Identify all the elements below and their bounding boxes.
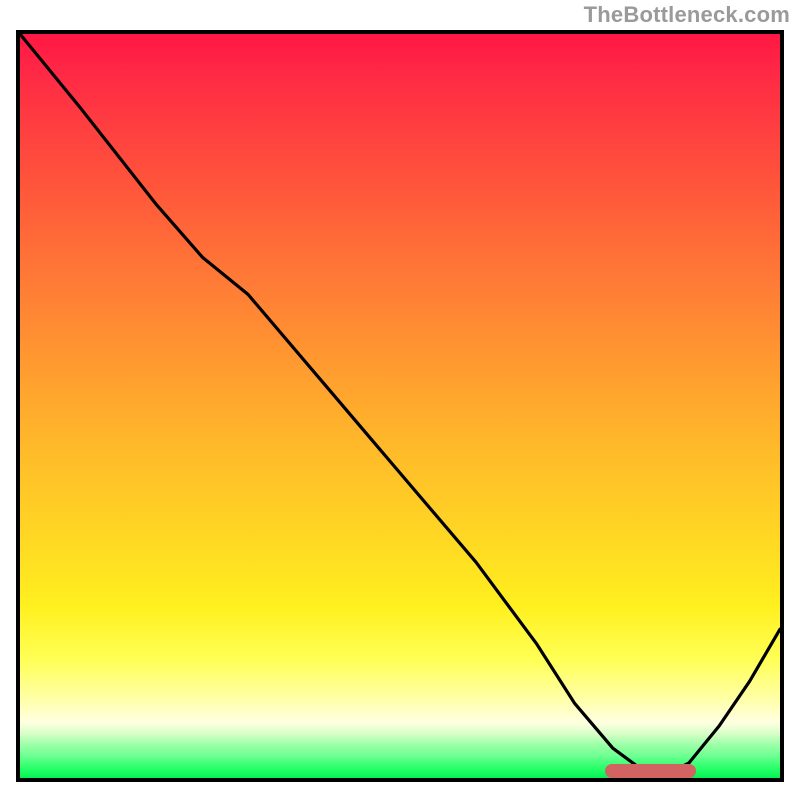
watermark-text: TheBottleneck.com: [584, 2, 790, 28]
optimum-marker-band: [605, 764, 696, 778]
chart-plot-area: [16, 30, 784, 782]
bottleneck-curve: [20, 34, 780, 778]
